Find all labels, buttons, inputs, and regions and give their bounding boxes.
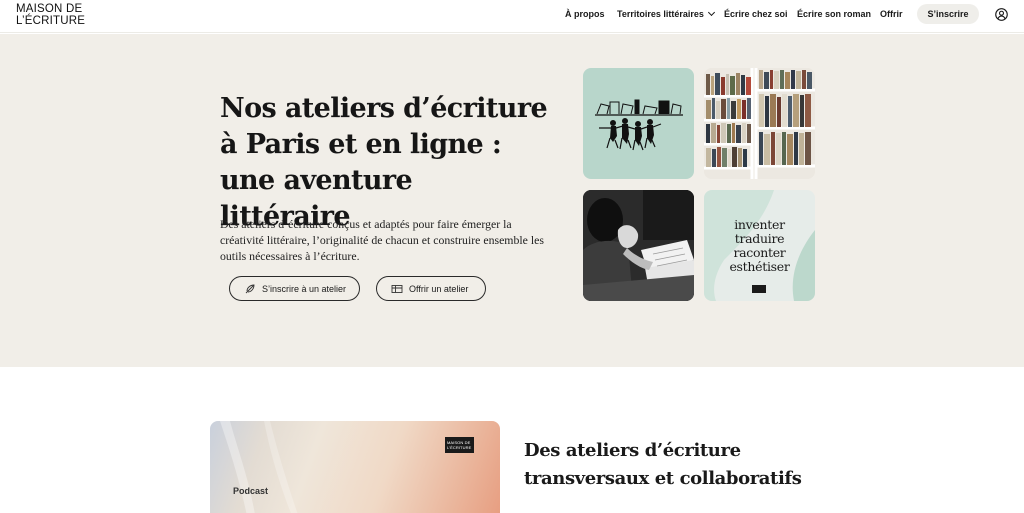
register-workshop-label: S’inscrire à un atelier <box>262 283 347 294</box>
hero-title-regular: Nos ateliers d’écriture à Paris et en li… <box>220 93 548 160</box>
hero-title: Nos ateliers d’écriture à Paris et en li… <box>220 91 550 235</box>
podcast-badge-line-2: L’ÉCRITURE <box>447 445 472 450</box>
word-2: traduire <box>734 231 785 246</box>
words-list: inventer traduire raconter esthétiser <box>704 218 815 274</box>
brand-badge <box>752 285 766 293</box>
register-workshop-button[interactable]: S’inscrire à un atelier <box>229 276 360 301</box>
site-header: MAISON DE L’ÉCRITURE À propos Territoire… <box>0 0 1024 33</box>
nav-item-territoires-label: Territoires littéraires <box>617 9 704 19</box>
nav-item-offrir[interactable]: Offrir <box>880 9 903 19</box>
feather-pen-icon <box>245 284 255 293</box>
logo-line-2: L’ÉCRITURE <box>16 14 86 27</box>
illustration-tile <box>583 68 694 179</box>
word-3: raconter <box>733 245 786 260</box>
hero-description: Des ateliers d’écriture conçus et adapté… <box>220 217 544 263</box>
chevron-down-icon <box>707 8 715 17</box>
nav-item-ecrire-son-roman[interactable]: Écrire son roman <box>797 9 871 19</box>
nav-item-territoires[interactable]: Territoires littéraires <box>617 8 715 19</box>
logo-line-1: MAISON DE <box>16 3 83 15</box>
podcast-tag: Podcast <box>233 486 269 496</box>
bookshelf-photo-tile <box>704 68 815 179</box>
word-4: esthétiser <box>729 259 790 274</box>
workshop-photo-tile <box>583 190 694 301</box>
workshop-photo <box>583 190 694 301</box>
words-tile: inventer traduire raconter esthétiser <box>704 190 815 301</box>
bookshelf-photo <box>704 68 815 179</box>
podcast-card[interactable]: MAISON DE L’ÉCRITURE Podcast <box>210 421 500 513</box>
section-title: Des ateliers d’écriture transversaux et … <box>524 440 802 489</box>
gift-workshop-label: Offrir un atelier <box>409 283 469 294</box>
podcast-brand-badge: MAISON DE L’ÉCRITURE <box>445 437 474 453</box>
nav-item-ecrire-chez-soi[interactable]: Écrire chez soi <box>724 9 788 19</box>
gift-card-icon <box>391 284 403 293</box>
dancing-figures-illustration <box>595 99 683 151</box>
site-logo[interactable]: MAISON DE L’ÉCRITURE <box>16 3 86 27</box>
nav-item-a-propos[interactable]: À propos <box>565 9 605 19</box>
user-circle-icon[interactable] <box>995 8 1008 21</box>
gift-workshop-button[interactable]: Offrir un atelier <box>376 276 486 301</box>
word-1: inventer <box>734 217 785 232</box>
signup-button[interactable]: S’inscrire <box>917 4 979 24</box>
podcast-card-background <box>220 421 298 513</box>
hero-section: Nos ateliers d’écriture à Paris et en li… <box>0 34 1024 367</box>
